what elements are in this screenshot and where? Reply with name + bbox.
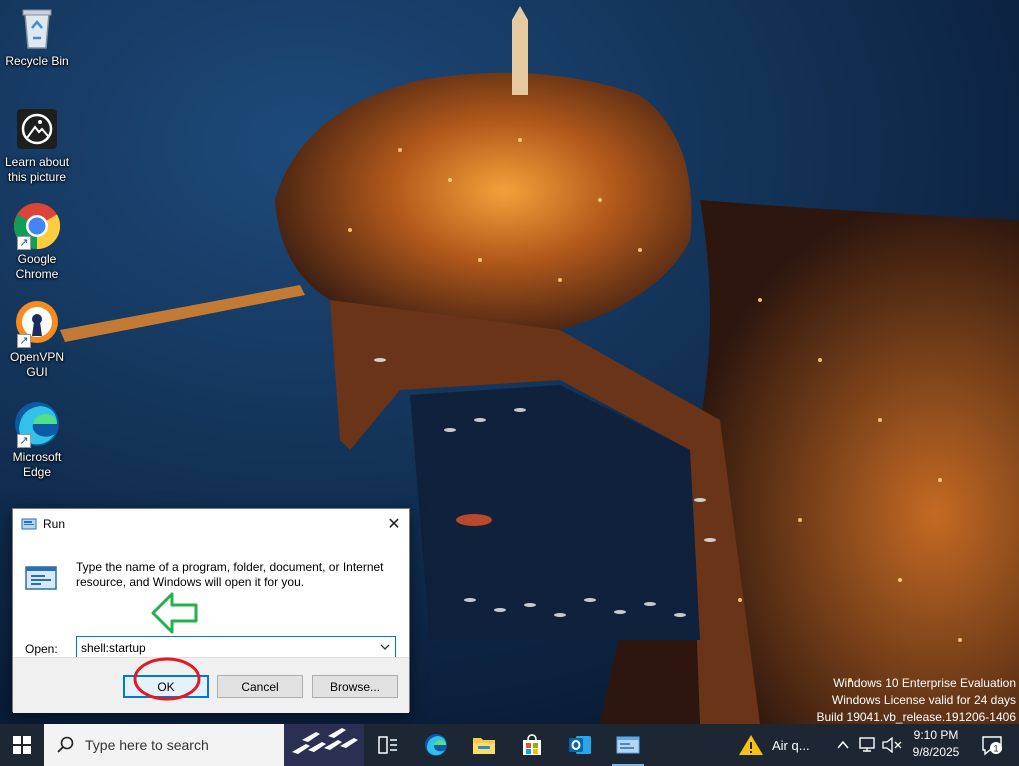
run-dialog-body: Type the name of a program, folder, docu…	[13, 539, 409, 713]
edge-icon: ↗	[13, 400, 61, 448]
cancel-button[interactable]: Cancel	[217, 675, 303, 698]
clock-date: 9/8/2025	[912, 745, 960, 759]
notification-count: 1	[993, 744, 998, 754]
store-icon	[523, 734, 541, 755]
desktop-icon-microsoft-edge[interactable]: ↗ Microsoft Edge	[0, 400, 74, 480]
taskbar: Type here to search Air q... 9:10 PM 9/8…	[0, 724, 1019, 766]
annotation-circle-icon	[133, 657, 201, 701]
taskbar-clock[interactable]: 9:10 PM 9/8/2025	[905, 727, 967, 761]
openvpn-icon: ↗	[13, 300, 61, 348]
taskbar-file-explorer-button[interactable]	[460, 724, 508, 766]
desktop-icon-openvpn[interactable]: ↗ OpenVPN GUI	[0, 300, 74, 380]
system-tray	[836, 724, 902, 766]
taskbar-outlook-button[interactable]	[556, 724, 604, 766]
weather-widget[interactable]: Air q...	[738, 724, 810, 766]
shortcut-arrow-icon: ↗	[17, 236, 31, 250]
taskbar-store-button[interactable]	[508, 724, 556, 766]
desktop-icon-label: Google Chrome	[15, 252, 59, 281]
run-dialog-titlebar[interactable]: Run ✕	[13, 509, 409, 539]
network-icon[interactable]	[858, 737, 876, 753]
watermark-line-license: Windows License valid for 24 days	[831, 693, 1016, 707]
start-button[interactable]	[0, 724, 44, 766]
desktop-icon-label: OpenVPN GUI	[9, 350, 65, 379]
desktop-icon-recycle-bin[interactable]: Recycle Bin	[0, 4, 74, 69]
search-icon	[57, 736, 74, 753]
close-button[interactable]: ✕	[379, 509, 409, 539]
edge-icon	[425, 734, 447, 756]
watermark-line-edition: Windows 10 Enterprise Evaluation	[833, 676, 1016, 690]
file-explorer-icon	[473, 738, 495, 754]
windows-logo-icon	[13, 736, 31, 754]
taskbar-edge-button[interactable]	[412, 724, 460, 766]
desktop-icon-label: Learn about this picture	[4, 155, 70, 184]
weather-text: Air q...	[772, 737, 810, 753]
chevron-down-icon[interactable]	[379, 641, 391, 653]
camera-icon	[13, 105, 61, 153]
annotation-arrow-icon	[151, 592, 198, 634]
volume-muted-icon[interactable]	[882, 737, 902, 753]
desktop-icon-google-chrome[interactable]: ↗ Google Chrome	[0, 202, 74, 282]
open-input[interactable]	[77, 637, 367, 658]
shortcut-arrow-icon: ↗	[17, 434, 31, 448]
taskbar-search-box[interactable]: Type here to search	[44, 724, 284, 766]
clock-time: 9:10 PM	[913, 728, 959, 742]
taskbar-run-button[interactable]	[604, 724, 652, 766]
run-program-icon	[25, 566, 57, 590]
chrome-icon: ↗	[13, 202, 61, 250]
run-icon	[21, 518, 37, 530]
desktop-icon-label: Microsoft Edge	[12, 450, 62, 479]
search-placeholder: Type here to search	[85, 737, 209, 753]
open-combobox[interactable]	[76, 636, 396, 659]
search-highlight-image[interactable]	[284, 724, 364, 766]
run-dialog-description: Type the name of a program, folder, docu…	[76, 560, 384, 589]
task-view-button[interactable]	[364, 724, 412, 766]
chevron-up-icon[interactable]	[836, 738, 850, 752]
desktop-icon-label: Recycle Bin	[5, 54, 69, 68]
windows-evaluation-watermark: Windows 10 Enterprise Evaluation Windows…	[817, 675, 1017, 726]
outlook-icon	[569, 736, 591, 754]
task-view-icon	[378, 736, 397, 754]
browse-button[interactable]: Browse...	[312, 675, 398, 698]
recycle-bin-icon	[13, 4, 61, 52]
run-dialog-footer: OK Cancel Browse...	[13, 657, 409, 713]
run-dialog-title: Run	[43, 517, 66, 531]
notification-center-icon[interactable]: 1	[980, 734, 1004, 756]
shortcut-arrow-icon: ↗	[17, 334, 31, 348]
run-dialog: Run ✕ Type the name of a program, folder…	[12, 508, 410, 713]
run-icon	[616, 736, 640, 754]
open-label: Open:	[25, 642, 58, 656]
warning-icon	[739, 735, 763, 755]
close-icon: ✕	[387, 516, 401, 533]
desktop-icon-learn-about-picture[interactable]: Learn about this picture	[0, 105, 74, 185]
